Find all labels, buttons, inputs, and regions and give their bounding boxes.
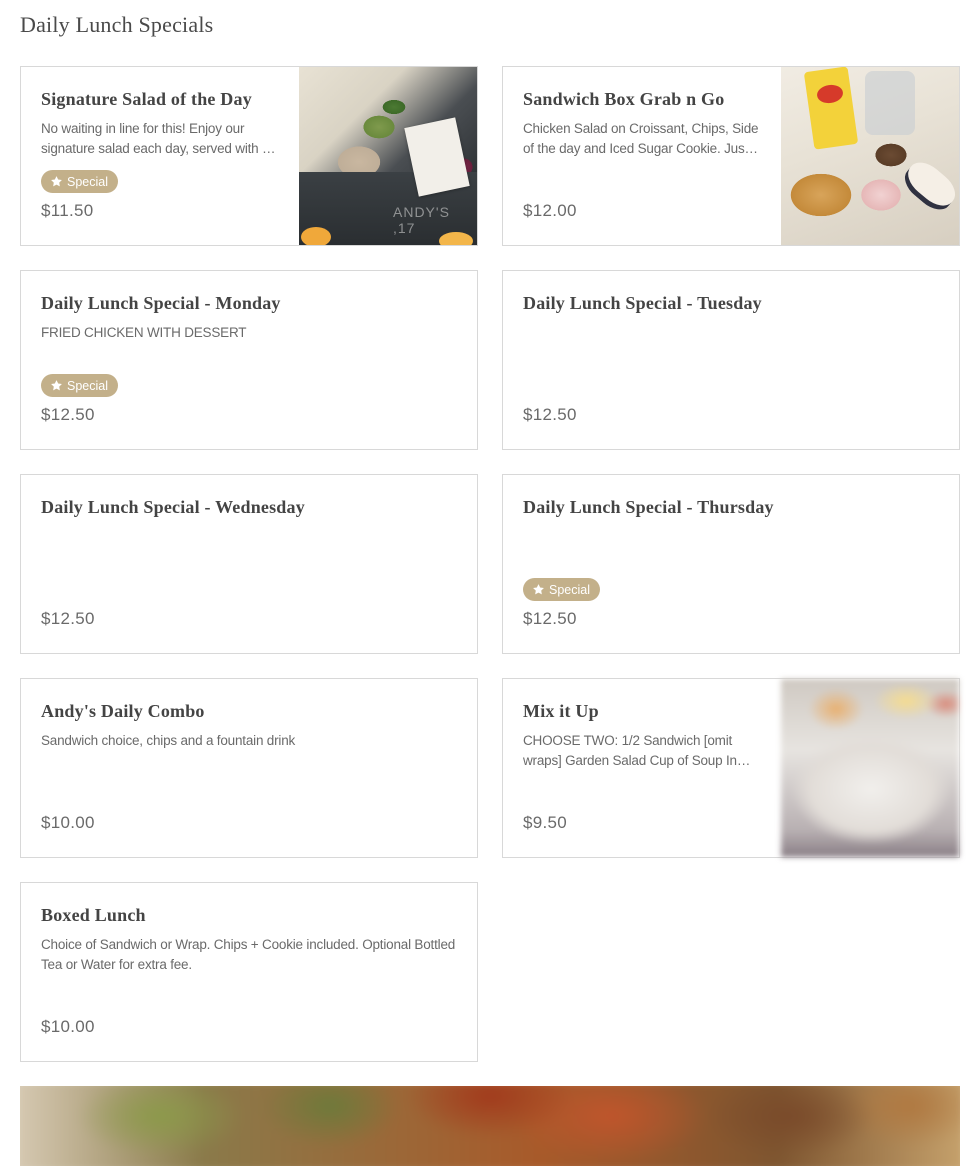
orange-decoration bbox=[301, 227, 331, 245]
menu-item-description: Sandwich choice, chips and a fountain dr… bbox=[41, 733, 296, 748]
menu-item-price: $12.50 bbox=[41, 405, 95, 424]
menu-item-description: No waiting in line for this! Enjoy our s… bbox=[41, 121, 270, 156]
menu-item-image[interactable]: ANDY'S ,17 bbox=[299, 67, 477, 245]
special-badge-label: Special bbox=[67, 378, 108, 393]
special-badge: Special bbox=[523, 578, 600, 601]
menu-item-image[interactable] bbox=[781, 67, 959, 245]
next-section-banner-image bbox=[20, 1086, 960, 1166]
menu-item-description: CHOOSE TWO: 1/2 Sandwich [omit wraps] Ga… bbox=[523, 733, 737, 768]
menu-item-info: Daily Lunch Special - Thursday Special $… bbox=[503, 475, 959, 653]
menu-item-card[interactable]: Sandwich Box Grab n Go Chicken Salad on … bbox=[502, 66, 960, 246]
menu-item-description: Choice of Sandwich or Wrap. Chips + Cook… bbox=[41, 937, 456, 972]
banner-image-fill bbox=[20, 1086, 960, 1166]
menu-item-info: Daily Lunch Special - Tuesday $12.50 bbox=[503, 271, 959, 449]
menu-item-info: Andy's Daily Combo Sandwich choice, chip… bbox=[21, 679, 477, 857]
star-icon bbox=[51, 176, 62, 187]
menu-item-price: $10.00 bbox=[41, 813, 95, 832]
menu-item-card[interactable]: Boxed Lunch Choice of Sandwich or Wrap. … bbox=[20, 882, 478, 1062]
special-badge: Special bbox=[41, 170, 118, 193]
star-icon bbox=[51, 380, 62, 391]
menu-item-info: Sandwich Box Grab n Go Chicken Salad on … bbox=[503, 67, 781, 245]
menu-item-price: $12.50 bbox=[41, 609, 95, 628]
menu-item-price: $9.50 bbox=[523, 813, 568, 832]
menu-item-name: Daily Lunch Special - Monday bbox=[41, 293, 281, 313]
menu-item-info: Daily Lunch Special - Monday FRIED CHICK… bbox=[21, 271, 477, 449]
menu-item-card[interactable]: Daily Lunch Special - Monday FRIED CHICK… bbox=[20, 270, 478, 450]
menu-item-name: Daily Lunch Special - Thursday bbox=[523, 497, 774, 517]
menu-item-card[interactable]: Mix it Up CHOOSE TWO: 1/2 Sandwich [omit… bbox=[502, 678, 960, 858]
menu-item-name: Daily Lunch Special - Wednesday bbox=[41, 497, 305, 517]
special-badge-label: Special bbox=[549, 582, 590, 597]
menu-item-name: Daily Lunch Special - Tuesday bbox=[523, 293, 762, 313]
menu-item-info: Signature Salad of the Day No waiting in… bbox=[21, 67, 299, 245]
menu-item-card[interactable]: Signature Salad of the Day No waiting in… bbox=[20, 66, 478, 246]
menu-item-name: Signature Salad of the Day bbox=[41, 89, 252, 109]
menu-item-price: $10.00 bbox=[41, 1017, 95, 1036]
menu-item-image[interactable] bbox=[781, 679, 959, 857]
image-stamp: ANDY'S ,17 bbox=[393, 204, 450, 236]
jar bbox=[865, 71, 915, 135]
menu-item-card[interactable]: Daily Lunch Special - Tuesday $12.50 bbox=[502, 270, 960, 450]
special-badge-label: Special bbox=[67, 174, 108, 189]
menu-item-description: FRIED CHICKEN WITH DESSERT bbox=[41, 325, 247, 340]
cookie bbox=[898, 155, 959, 217]
menu-item-name: Andy's Daily Combo bbox=[41, 701, 205, 721]
menu-item-name: Boxed Lunch bbox=[41, 905, 146, 925]
menu-item-info: Daily Lunch Special - Wednesday $12.50 bbox=[21, 475, 477, 653]
menu-item-price: $12.50 bbox=[523, 609, 577, 628]
star-icon bbox=[533, 584, 544, 595]
menu-item-price: $11.50 bbox=[41, 201, 94, 220]
menu-item-card[interactable]: Andy's Daily Combo Sandwich choice, chip… bbox=[20, 678, 478, 858]
menu-item-info: Mix it Up CHOOSE TWO: 1/2 Sandwich [omit… bbox=[503, 679, 781, 857]
menu-item-price: $12.00 bbox=[523, 201, 577, 220]
section-title: Daily Lunch Specials bbox=[20, 12, 214, 37]
special-badge: Special bbox=[41, 374, 118, 397]
menu-item-card[interactable]: Daily Lunch Special - Thursday Special $… bbox=[502, 474, 960, 654]
menu-item-price: $12.50 bbox=[523, 405, 577, 424]
menu-item-info: Boxed Lunch Choice of Sandwich or Wrap. … bbox=[21, 883, 477, 1061]
menu-items-grid: Signature Salad of the Day No waiting in… bbox=[20, 66, 960, 1062]
chips-bag bbox=[803, 67, 859, 150]
menu-item-description: Chicken Salad on Croissant, Chips, Side … bbox=[523, 121, 759, 156]
menu-item-name: Sandwich Box Grab n Go bbox=[523, 89, 725, 109]
menu-item-name: Mix it Up bbox=[523, 701, 599, 721]
menu-item-card[interactable]: Daily Lunch Special - Wednesday $12.50 bbox=[20, 474, 478, 654]
